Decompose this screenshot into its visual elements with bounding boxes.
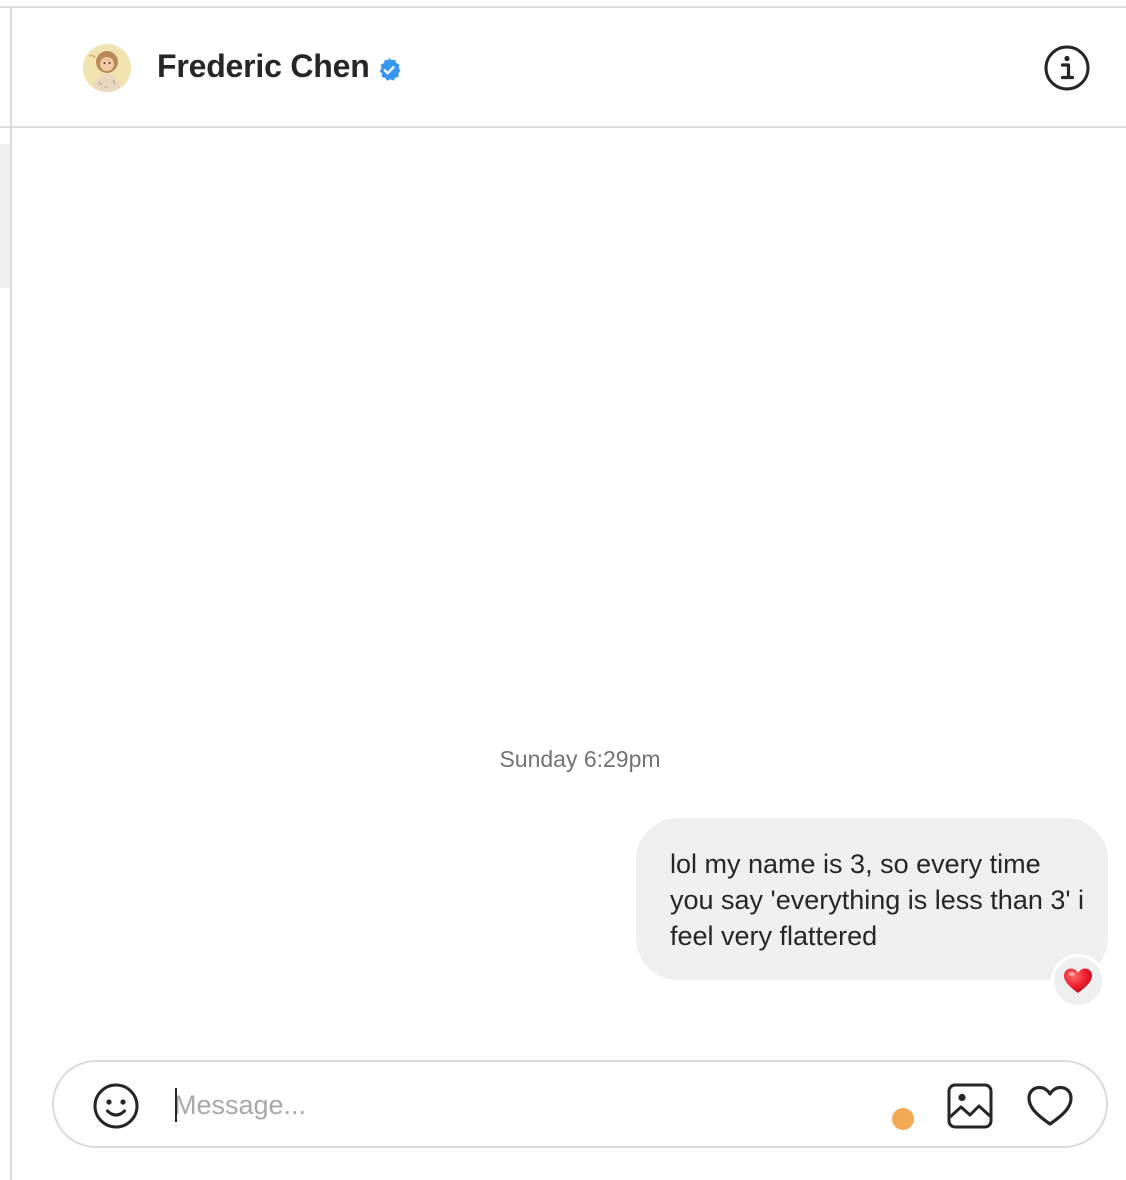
- verified-badge-icon: [379, 57, 401, 81]
- heart-reaction-icon: [1064, 968, 1092, 993]
- text-caret: [175, 1088, 177, 1122]
- profile-photo-icon: [83, 44, 131, 92]
- message-composer: [52, 1060, 1108, 1148]
- emoji-button[interactable]: [92, 1082, 140, 1130]
- contact-name[interactable]: Frederic Chen: [157, 48, 370, 85]
- left-pane-selected-row[interactable]: [0, 144, 10, 288]
- sent-message-bubble[interactable]: lol my name is 3, so every time you say …: [636, 818, 1108, 980]
- left-pane-divider: [10, 6, 12, 1180]
- info-button[interactable]: [1043, 44, 1091, 92]
- message-timestamp: Sunday 6:29pm: [499, 746, 661, 772]
- smiley-icon: [93, 1083, 139, 1129]
- avatar[interactable]: [83, 44, 131, 92]
- direct-message-view: Frederic Chen Sunday 6:29pm lol my name …: [0, 0, 1126, 1180]
- conversation-header: Frederic Chen: [12, 8, 1126, 128]
- image-icon: [947, 1083, 993, 1129]
- message-text: lol my name is 3, so every time you say …: [670, 849, 1085, 951]
- status-dot: [892, 1108, 914, 1130]
- left-pane-header-divider: [0, 126, 10, 128]
- heart-icon: [1027, 1085, 1073, 1126]
- info-icon: [1044, 45, 1090, 91]
- message-input[interactable]: [174, 1080, 874, 1130]
- attach-image-button[interactable]: [946, 1082, 994, 1130]
- like-button[interactable]: [1026, 1082, 1074, 1130]
- message-reaction[interactable]: [1051, 954, 1105, 1008]
